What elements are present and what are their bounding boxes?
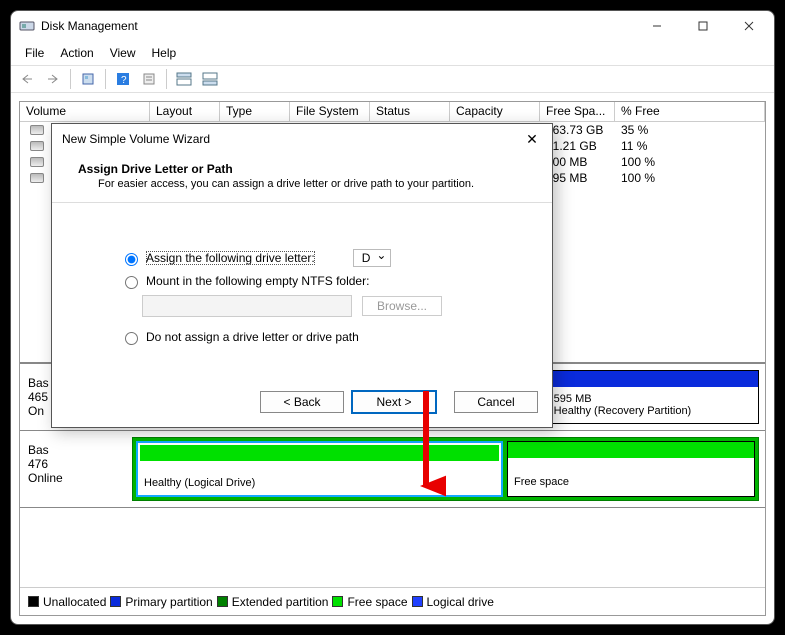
view-top-icon[interactable]: [172, 68, 196, 90]
disk-management-window: Disk Management File Action View Help ? …: [10, 10, 775, 625]
new-volume-wizard-dialog: New Simple Volume Wizard ✕ Assign Drive …: [51, 123, 553, 428]
volume-table-header: Volume Layout Type File System Status Ca…: [20, 102, 765, 122]
col-pct[interactable]: % Free: [615, 102, 765, 121]
label-no-assign: Do not assign a drive letter or drive pa…: [146, 330, 359, 344]
dialog-subheading: For easier access, you can assign a driv…: [78, 178, 532, 190]
app-icon: [19, 18, 35, 34]
label-assign-letter: Assign the following drive letter:: [146, 251, 315, 265]
legend-swatch-logical: [412, 596, 423, 607]
cancel-button[interactable]: Cancel: [454, 391, 538, 413]
drive-letter-select[interactable]: D: [353, 249, 392, 267]
disk-row-1: Bas 476 Online Healthy (Logical Drive) F…: [20, 431, 765, 508]
toolbar: ?: [11, 65, 774, 93]
label-mount-folder: Mount in the following empty NTFS folder…: [146, 274, 369, 288]
minimize-button[interactable]: [634, 11, 680, 41]
legend-swatch-extended: [217, 596, 228, 607]
legend-swatch-free: [332, 596, 343, 607]
partition-free-space[interactable]: Free space: [507, 441, 755, 497]
disk-icon: [30, 141, 44, 151]
disk-icon: [30, 125, 44, 135]
menu-help[interactable]: Help: [144, 43, 185, 63]
col-volume[interactable]: Volume: [20, 102, 150, 121]
next-button[interactable]: Next >: [352, 391, 436, 413]
dialog-title: New Simple Volume Wizard: [62, 132, 516, 146]
forward-icon[interactable]: [41, 68, 65, 90]
dialog-close-button[interactable]: ✕: [516, 131, 548, 148]
title-bar: Disk Management: [11, 11, 774, 41]
radio-assign-letter[interactable]: [125, 253, 138, 266]
menu-action[interactable]: Action: [52, 43, 101, 63]
menu-view[interactable]: View: [102, 43, 144, 63]
view-bottom-icon[interactable]: [198, 68, 222, 90]
radio-mount-folder[interactable]: [125, 276, 138, 289]
disk-icon: [30, 157, 44, 167]
properties-icon[interactable]: [137, 68, 161, 90]
col-capacity[interactable]: Capacity: [450, 102, 540, 121]
close-button[interactable]: [726, 11, 772, 41]
partition-logical[interactable]: Healthy (Logical Drive): [136, 441, 503, 497]
legend-swatch-primary: [110, 596, 121, 607]
partition-recovery[interactable]: 595 MB Healthy (Recovery Partition): [547, 370, 759, 424]
legend: Unallocated Primary partition Extended p…: [20, 587, 765, 615]
browse-button: Browse...: [362, 296, 442, 316]
col-layout[interactable]: Layout: [150, 102, 220, 121]
svg-text:?: ?: [121, 75, 127, 86]
menu-file[interactable]: File: [17, 43, 52, 63]
back-button[interactable]: < Back: [260, 391, 344, 413]
dialog-heading: Assign Drive Letter or Path: [78, 162, 532, 176]
help-icon[interactable]: ?: [111, 68, 135, 90]
col-free[interactable]: Free Spa...: [540, 102, 615, 121]
col-type[interactable]: Type: [220, 102, 290, 121]
mount-path-input: [142, 295, 352, 317]
window-title: Disk Management: [41, 19, 634, 33]
back-icon[interactable]: [15, 68, 39, 90]
disk-icon: [30, 173, 44, 183]
refresh-icon[interactable]: [76, 68, 100, 90]
disk1-label: Bas 476 Online: [26, 437, 126, 501]
col-fs[interactable]: File System: [290, 102, 370, 121]
radio-no-assign[interactable]: [125, 332, 138, 345]
legend-swatch-unallocated: [28, 596, 39, 607]
col-status[interactable]: Status: [370, 102, 450, 121]
menu-bar: File Action View Help: [11, 41, 774, 65]
maximize-button[interactable]: [680, 11, 726, 41]
